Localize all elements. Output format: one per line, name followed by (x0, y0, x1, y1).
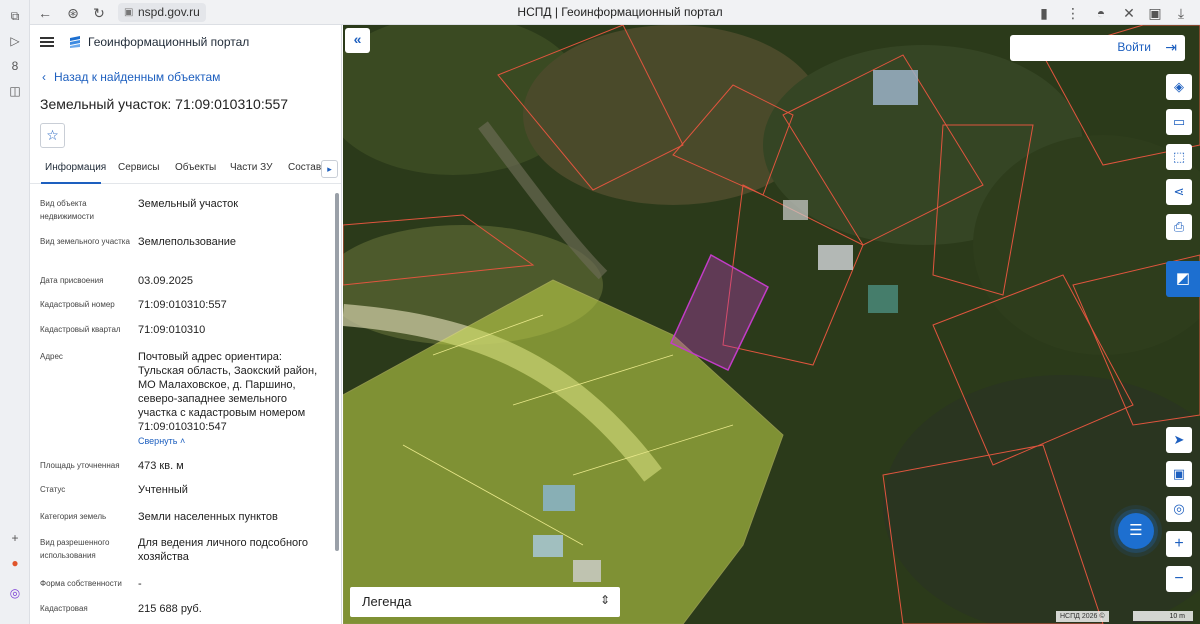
login-label: Войти (1117, 40, 1151, 54)
tab-bar: Информация Сервисы Объекты Части ЗУ Сост… (30, 158, 341, 184)
field-label: Кадастровый номер (40, 300, 115, 309)
legend-label: Легенда (362, 594, 412, 609)
extension-3-icon[interactable]: ▣ (1146, 4, 1164, 22)
reload-icon[interactable]: ↻ (90, 4, 108, 22)
field-label: Дата присвоения (40, 276, 104, 285)
download-icon[interactable]: ⤓ (1172, 4, 1190, 22)
active-tab-indicator (41, 182, 101, 184)
favorite-star-icon[interactable]: ☆ (40, 123, 65, 148)
scroll-thumb[interactable] (335, 193, 339, 551)
lock-icon: ▣ (124, 7, 134, 18)
locate-icon[interactable]: ➤ (1166, 427, 1192, 453)
collapse-address-link[interactable]: Свернуть ˄ (138, 436, 185, 446)
print-icon[interactable]: ⎙ (1166, 214, 1192, 240)
scale-bar: 10 m (1133, 611, 1193, 622)
ruler-icon[interactable]: ▭ (1166, 109, 1192, 135)
basemap-icon[interactable]: ▣ (1166, 461, 1192, 487)
url-text: nspd.gov.ru (138, 5, 200, 19)
map-attribution: НСПД 2026 © (1056, 611, 1109, 622)
field-value: 71:09:010310:557 (138, 299, 227, 311)
portal-logo-icon (70, 36, 80, 48)
add-icon[interactable]: + (7, 530, 23, 546)
extension-2-icon[interactable]: ✕ (1120, 4, 1138, 22)
field-value: Землепользование (138, 236, 237, 248)
field-value: 473 кв. м (138, 460, 184, 472)
login-button[interactable]: Войти ⇥ (1010, 35, 1185, 61)
field-value: Почтовый адрес ориентира: Тульская облас… (138, 351, 318, 433)
field-value: Земельный участок (138, 198, 239, 210)
app-8-icon[interactable]: 8 (7, 58, 23, 74)
field-label: Площадь уточненная (40, 461, 120, 470)
field-value: Для ведения личного подсобного хозяйства (138, 537, 309, 563)
login-icon: ⇥ (1165, 39, 1177, 55)
extension-icon[interactable]: ◓ (1092, 4, 1110, 22)
yandex-home-icon[interactable]: ⊛ (64, 4, 82, 22)
field-value: - (138, 578, 142, 590)
field-value: 215 688 руб. (138, 603, 202, 615)
more-icon[interactable]: ⋮ (1064, 4, 1082, 22)
media-icon[interactable]: ◫ (7, 83, 23, 99)
chat-assistant-button[interactable]: ☰ (1118, 513, 1154, 549)
tab-parts[interactable]: Части ЗУ (230, 162, 272, 173)
field-label: Вид объекта недвижимости (40, 199, 94, 221)
collapse-panel-button[interactable]: « (345, 28, 370, 53)
field-value: 71:09:010310 (138, 324, 206, 336)
share-icon[interactable]: ⋖ (1166, 179, 1192, 205)
collapse-label: Свернуть (138, 436, 178, 446)
field-label: Адрес (40, 352, 63, 361)
field-value: 03.09.2025 (138, 275, 194, 287)
panel-scrollbar[interactable] (334, 191, 340, 624)
play-icon[interactable]: ▷ (7, 33, 23, 49)
field-label: Кадастровый квартал (40, 325, 121, 334)
field-label: Категория земель (40, 512, 107, 521)
tab-objects[interactable]: Объекты (175, 162, 216, 173)
object-panel: Геоинформационный портал ‹ Назад к найден… (30, 25, 342, 624)
tab-services[interactable]: Сервисы (118, 162, 159, 173)
bookmark-icon[interactable]: ▮ (1035, 4, 1053, 22)
field-label: Кадастровая (40, 604, 88, 613)
tab-composition[interactable]: Состав (288, 162, 321, 173)
field-label: Форма собственности (40, 579, 122, 588)
chevron-up-icon: ˄ (180, 436, 186, 446)
field-label: Статус (40, 485, 66, 494)
back-link-label: Назад к найденным объектам (54, 70, 221, 84)
alice-icon[interactable]: ◎ (7, 585, 23, 601)
satellite-map[interactable] (343, 25, 1200, 624)
menu-icon[interactable] (40, 37, 54, 47)
address-bar[interactable]: ▣ nspd.gov.ru (118, 3, 206, 22)
browser-sidebar: ⧉ ▷ 8 ◫ + ● ◎ (0, 0, 30, 624)
back-arrow-icon[interactable]: ← (36, 4, 54, 22)
layers-icon[interactable]: ◈ (1166, 74, 1192, 100)
legend-dropdown[interactable]: Легенда ⇕ (350, 587, 620, 617)
map-canvas[interactable]: « Войти ⇥ ◈ ▭ ⬚ ⋖ ⎙ ◩ ➤ ▣ ◎ + − ☰ Легенд… (343, 25, 1200, 624)
field-label: Вид разрешенного использования (40, 538, 110, 560)
tab-info[interactable]: Информация (45, 162, 106, 173)
page-tab-title: НСПД | Геоинформационный портал (517, 5, 723, 19)
field-value: Земли населенных пунктов (138, 511, 278, 523)
field-value: Учтенный (138, 484, 188, 496)
select-area-icon[interactable]: ⬚ (1166, 144, 1192, 170)
portal-name[interactable]: Геоинформационный портал (88, 35, 249, 49)
chevron-left-icon: ‹ (42, 70, 46, 84)
zoom-out-icon[interactable]: − (1166, 566, 1192, 592)
yandex-icon[interactable]: ● (7, 555, 23, 571)
expand-arrows-icon: ⇕ (599, 593, 610, 607)
tabs-next-arrow-icon[interactable]: ▸ (321, 160, 338, 178)
zoom-in-icon[interactable]: + (1166, 531, 1192, 557)
page-title: Земельный участок: 71:09:010310:557 (40, 96, 289, 112)
field-label: Вид земельного участка (40, 237, 130, 246)
tabs-icon[interactable]: ⧉ (7, 8, 23, 24)
back-to-results-link[interactable]: ‹ Назад к найденным объектам (42, 70, 220, 84)
imagery-toggle-button[interactable]: ◩ (1166, 261, 1200, 297)
geolocation-icon[interactable]: ◎ (1166, 496, 1192, 522)
browser-toolbar: ← ⊛ ↻ ▣ nspd.gov.ru НСПД | Геоинформацио… (30, 0, 1200, 25)
panel-header: Геоинформационный портал (30, 25, 341, 61)
